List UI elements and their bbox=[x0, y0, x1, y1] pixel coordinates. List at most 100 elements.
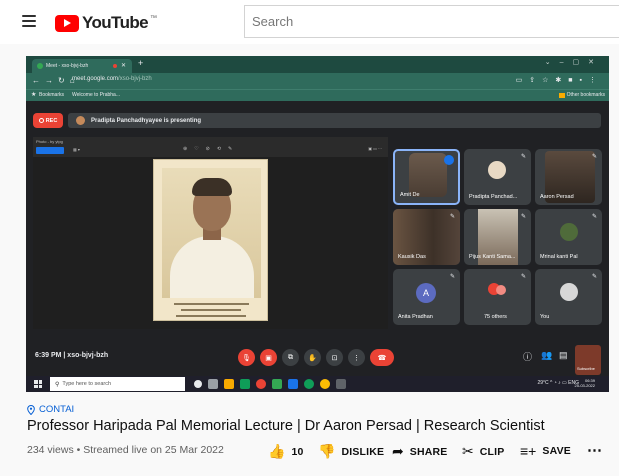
address-bar: ←→↻⌂ meet.google.com/xso-bjvj-bzh ▭⇪☆✱■▪… bbox=[26, 73, 609, 89]
participant-tile[interactable]: ✎ Mrinal kanti Pal bbox=[535, 209, 602, 265]
portrait-body bbox=[170, 236, 254, 298]
participant-name: 75 others bbox=[484, 314, 507, 320]
dislike-button[interactable]: 👎 DISLIKE bbox=[318, 443, 384, 460]
presenter-avatar bbox=[76, 116, 85, 125]
share-label: SHARE bbox=[409, 445, 448, 458]
youtube-logo[interactable]: YouTube ™ bbox=[55, 13, 157, 33]
bookmarks-bar: ★ Bookmarks Welcome to Prabha... Other b… bbox=[26, 89, 609, 101]
presenting-banner: Pradipta Panchadhyayee is presenting bbox=[68, 113, 601, 128]
like-button[interactable]: 👍 10 bbox=[268, 443, 304, 460]
save-button[interactable]: ≡+ SAVE bbox=[520, 443, 571, 459]
mic-off-icon[interactable]: 🎙 bbox=[238, 349, 255, 366]
thumbs-down-icon: 👎 bbox=[318, 443, 336, 459]
extension-icons: ▭⇪☆✱■▪⋮ bbox=[515, 77, 603, 84]
logo-text: YouTube bbox=[82, 13, 149, 32]
menu-icon[interactable] bbox=[22, 15, 36, 27]
caption-line bbox=[174, 303, 249, 305]
participant-initial-avatar: A bbox=[416, 283, 436, 303]
captions-icon[interactable]: ⧉ bbox=[282, 349, 299, 366]
participant-tile[interactable]: ✎ Aaron Persad bbox=[535, 149, 602, 205]
browser-tab-title: Meet - xso-bjvj-bzh bbox=[46, 63, 89, 69]
dislike-label: DISLIKE bbox=[341, 445, 385, 458]
camera-off-icon[interactable]: ▣ bbox=[260, 349, 277, 366]
logo-region: ™ bbox=[150, 14, 157, 22]
subscribe-watermark: Subscribe bbox=[575, 345, 601, 375]
participant-tile[interactable]: ✎ Pijus Kanti Sama... bbox=[464, 209, 531, 265]
share-icon: ➦ bbox=[392, 443, 404, 459]
mic-off-icon: ✎ bbox=[520, 214, 526, 220]
info-icon[interactable]: ⓘ bbox=[523, 350, 532, 363]
speaking-indicator-icon bbox=[444, 155, 454, 165]
participant-name: Pijus Kanti Sama... bbox=[469, 254, 516, 260]
video-meta: 234 views • Streamed live on 25 Mar 2022 bbox=[27, 444, 224, 456]
participant-tile[interactable]: ✎ 75 others bbox=[464, 269, 531, 325]
participant-tile[interactable]: ✎ Kausik Das bbox=[393, 209, 460, 265]
meet-control-bar: 6:39 PM | xso-bjvj-bzh 🎙 ▣ ⧉ ✋ ⊡ ⋮ ☎ ⓘ 👥… bbox=[26, 341, 609, 376]
presenting-text: Pradipta Panchadhyayee is presenting bbox=[91, 117, 202, 124]
photo-viewer-right-icons: ▣ ▭ ⋯ bbox=[368, 146, 382, 151]
portrait-photo bbox=[162, 168, 261, 298]
search-box bbox=[244, 5, 619, 38]
widgets-icon bbox=[208, 379, 218, 389]
photo-viewer-toolbar: Photo - by ytpg ▦ ▾ ⊕♡⊘⟲✎ ▣ ▭ ⋯ bbox=[33, 137, 388, 157]
more-actions-icon[interactable]: ⋯ bbox=[587, 441, 603, 459]
clip-button[interactable]: ✂ CLIP bbox=[462, 443, 504, 460]
windows-taskbar: ⚲ 29°C ^ ◔ ♪ ▭ ENG 06:3925-03-2022 bbox=[26, 376, 609, 392]
mic-off-icon: ✎ bbox=[591, 154, 597, 160]
photo-viewer-title: Photo - by ytpg bbox=[36, 139, 63, 144]
video-title: Professor Haripada Pal Memorial Lecture … bbox=[27, 418, 545, 434]
hang-up-button[interactable]: ☎ bbox=[370, 349, 394, 366]
participant-avatar bbox=[560, 223, 578, 241]
raise-hand-icon[interactable]: ✋ bbox=[304, 349, 321, 366]
participant-video bbox=[409, 153, 447, 197]
portrait-hair bbox=[192, 178, 232, 196]
file-explorer-icon bbox=[224, 379, 234, 389]
close-icon: ✕ bbox=[120, 63, 126, 69]
participant-name: Pradipta Panchad... bbox=[469, 194, 518, 200]
app-icon bbox=[320, 379, 330, 389]
chrome-icon bbox=[256, 379, 266, 389]
more-options-icon[interactable]: ⋮ bbox=[348, 349, 365, 366]
system-tray: 29°C ^ ◔ ♪ ▭ ENG bbox=[537, 380, 579, 386]
app-icon bbox=[336, 379, 346, 389]
participant-tile[interactable]: Amit De bbox=[393, 149, 460, 205]
scissors-icon: ✂ bbox=[462, 443, 474, 459]
mic-off-icon: ✎ bbox=[591, 274, 597, 280]
bookmark-item: Welcome to Prabha... bbox=[72, 92, 120, 98]
caption-line bbox=[176, 315, 246, 317]
participant-name: Amit De bbox=[400, 192, 420, 198]
shared-screen: Photo - by ytpg ▦ ▾ ⊕♡⊘⟲✎ ▣ ▭ ⋯ bbox=[33, 137, 388, 329]
share-button[interactable]: ➦ SHARE bbox=[392, 443, 448, 460]
participant-tile[interactable]: ✎ Pradipta Panchad... bbox=[464, 149, 531, 205]
participant-avatar bbox=[496, 285, 506, 295]
participant-name: Anita Pradhan bbox=[398, 314, 433, 320]
recording-badge: REC bbox=[33, 113, 63, 128]
location-link[interactable]: CONTAI bbox=[27, 404, 74, 415]
participant-name: Aaron Persad bbox=[540, 194, 574, 200]
participant-tile[interactable]: ✎ You bbox=[535, 269, 602, 325]
caption-line bbox=[181, 309, 241, 311]
star-icon: ★ bbox=[31, 92, 37, 98]
url-text: meet.google.com/xso-bjvj-bzh bbox=[72, 76, 152, 82]
present-icon[interactable]: ⊡ bbox=[326, 349, 343, 366]
mic-off-icon: ✎ bbox=[591, 214, 597, 220]
participant-avatar bbox=[560, 283, 578, 301]
people-icon[interactable]: 👥 bbox=[541, 350, 552, 361]
task-view-icon bbox=[194, 380, 202, 388]
meet-window: REC Pradipta Panchadhyayee is presenting… bbox=[26, 101, 609, 376]
app-icon bbox=[304, 379, 314, 389]
participant-name: Kausik Das bbox=[398, 254, 426, 260]
search-input[interactable] bbox=[252, 14, 619, 29]
participant-tile[interactable]: A ✎ Anita Pradhan bbox=[393, 269, 460, 325]
folder-icon bbox=[559, 93, 565, 98]
meet-favicon-icon bbox=[37, 63, 43, 69]
thumbs-up-icon: 👍 bbox=[268, 443, 286, 459]
video-player[interactable]: Meet - xso-bjvj-bzh ✕ + ⌄–▢✕ ←→↻⌂ meet.g… bbox=[26, 56, 609, 392]
record-icon bbox=[38, 118, 44, 123]
masthead: YouTube ™ bbox=[0, 0, 619, 44]
chat-icon[interactable]: ▤ bbox=[559, 350, 568, 361]
search-icon: ⚲ bbox=[55, 381, 60, 388]
meet-icon bbox=[272, 379, 282, 389]
photo-viewer-button bbox=[36, 147, 64, 154]
recording-dot-icon bbox=[113, 64, 117, 68]
